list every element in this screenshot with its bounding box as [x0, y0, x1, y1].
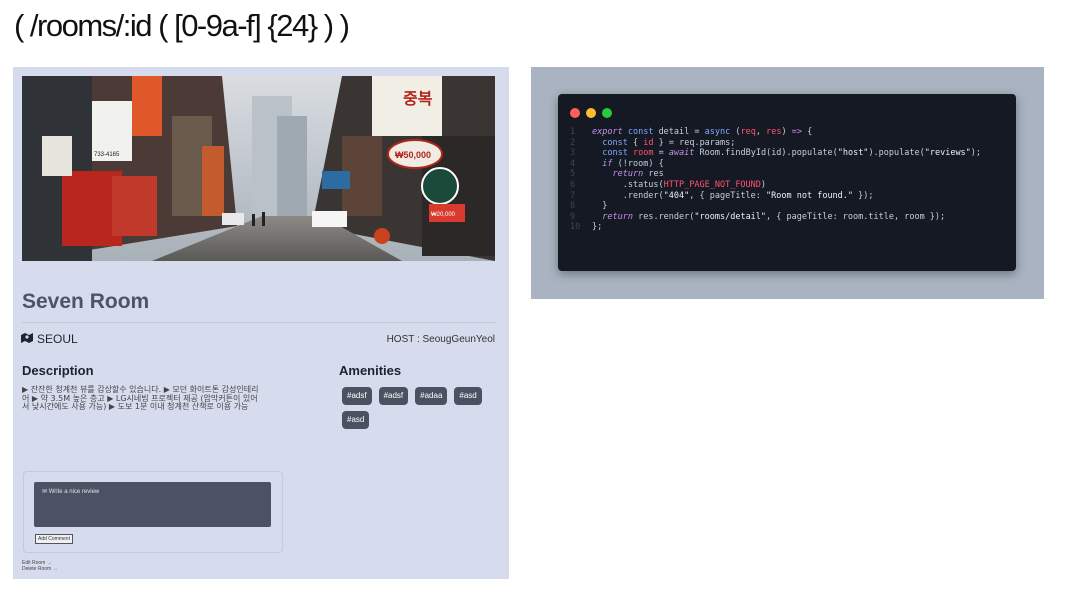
room-detail-preview: 중복 ₩50,000 ₩20,000 733-4165 Seven Room S… [13, 67, 509, 579]
room-hero-image: 중복 ₩50,000 ₩20,000 733-4165 [22, 76, 495, 261]
hero-price-sign: ₩50,000 [395, 150, 431, 160]
maximize-dot-icon [602, 108, 612, 118]
review-form: ✉ Write a nice review Add Comment [23, 471, 283, 553]
divider [22, 322, 496, 323]
street-photo: 중복 ₩50,000 ₩20,000 733-4165 [22, 76, 495, 261]
minimize-dot-icon [586, 108, 596, 118]
room-host: HOST : SeougGeunYeol [386, 334, 495, 345]
room-city-label: SEOUL [37, 332, 78, 346]
room-title: Seven Room [22, 290, 150, 313]
hero-phone-sign: 733-4165 [94, 152, 120, 158]
close-dot-icon [570, 108, 580, 118]
amenity-tag: #adaa [415, 387, 448, 405]
description-heading: Description [22, 363, 94, 378]
description-text: ▶ 잔잔한 청계천 뷰를 감상할수 있습니다. ▶ 모던 화이트톤 감성인테리어… [22, 385, 259, 411]
amenity-list: #adsf #adsf #adaa #asd #asd [342, 387, 492, 429]
code-screenshot: 1 export const detail = async (req, res) … [531, 67, 1044, 299]
code-block: 1 export const detail = async (req, res) … [570, 127, 982, 233]
hero-price-sign-2: ₩20,000 [431, 212, 456, 218]
room-city: SEOUL [21, 332, 78, 346]
add-comment-button[interactable]: Add Comment [35, 534, 73, 544]
code-window: 1 export const detail = async (req, res) … [558, 94, 1016, 271]
route-title: ( /rooms/:id ( [0-9a-f] {24} ) ) [14, 8, 350, 43]
amenity-tag: #adsf [342, 387, 372, 405]
hero-sign-text: 중복 [403, 89, 433, 108]
amenity-tag: #asd [342, 411, 370, 429]
delete-room-link[interactable]: Delete Room → [22, 566, 58, 572]
window-controls [570, 108, 612, 118]
amenities-heading: Amenities [339, 363, 402, 378]
map-icon [21, 332, 33, 346]
amenity-tag: #adsf [378, 387, 409, 405]
amenity-tag: #asd [454, 387, 482, 405]
review-input[interactable]: ✉ Write a nice review [34, 482, 271, 527]
